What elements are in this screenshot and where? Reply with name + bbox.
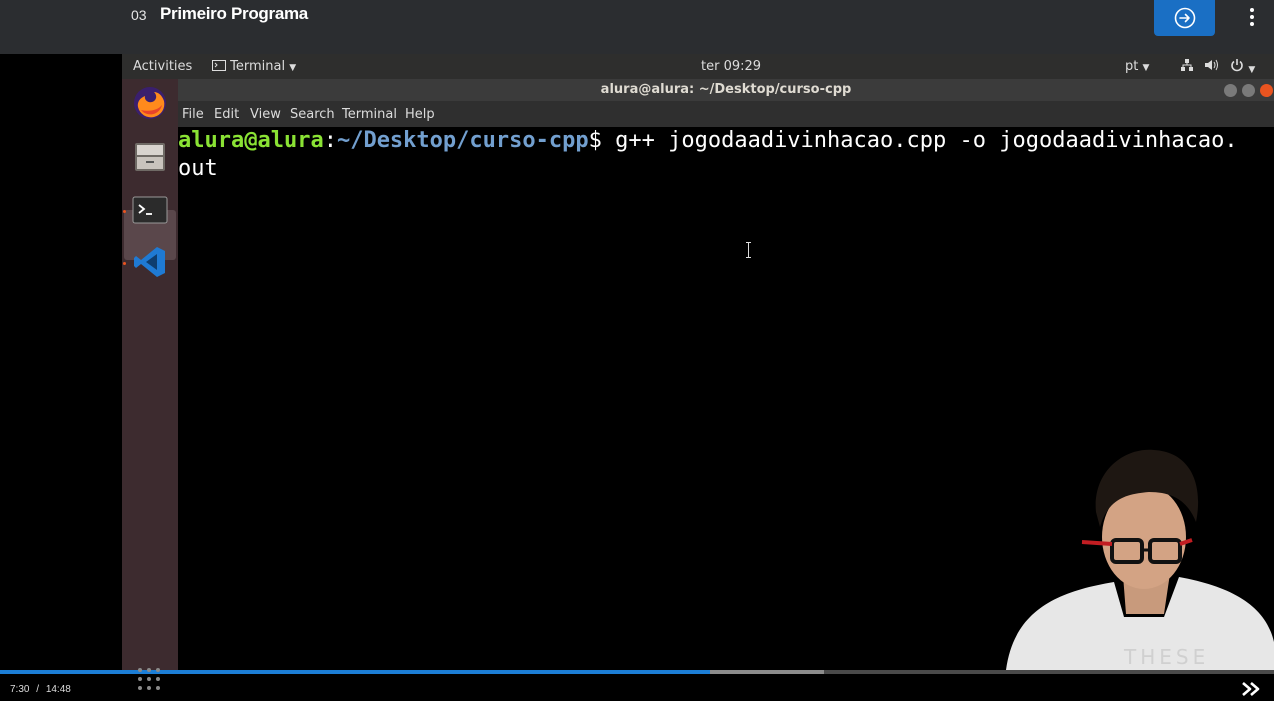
lesson-number: 03 [131, 7, 147, 23]
language-menu[interactable]: pt ▼ [1125, 59, 1149, 74]
running-indicator [123, 210, 126, 213]
network-icon [1181, 59, 1193, 71]
chevron-down-icon: ▼ [1142, 63, 1150, 73]
prompt-user: alura@alura [178, 128, 324, 153]
ubuntu-dock [122, 79, 178, 670]
app-menu-label: Terminal [230, 59, 286, 74]
player-controls [0, 674, 1274, 701]
clock[interactable]: ter 09:29 [701, 59, 761, 74]
volume-icon [1205, 59, 1219, 71]
current-time: 7:30 [10, 684, 30, 695]
close-button[interactable] [1260, 84, 1273, 97]
command-text: g++ jogodaadivinhacao.cpp -o jogodaadivi… [615, 128, 1238, 153]
text-cursor-icon [746, 242, 751, 258]
gnome-top-bar: Activities Terminal ▼ ter 09:29 pt ▼ ▼ [122, 54, 1274, 79]
running-indicator [123, 262, 126, 265]
menu-file[interactable]: File [182, 107, 204, 122]
terminal-menubar: File Edit View Search Terminal Help [178, 101, 1274, 127]
duration: 14:48 [45, 684, 71, 695]
activities-button[interactable]: Activities [133, 59, 192, 74]
terminal-icon[interactable] [132, 192, 168, 228]
svg-text:THESE: THESE [1123, 645, 1209, 669]
lesson-title: Primeiro Programa [160, 4, 308, 23]
maximize-button[interactable] [1242, 84, 1255, 97]
firefox-icon[interactable] [132, 85, 168, 121]
next-lesson-button[interactable] [1154, 0, 1215, 36]
fast-forward-icon[interactable] [1241, 682, 1261, 696]
arrow-right-circle-icon [1174, 7, 1195, 29]
menu-terminal[interactable]: Terminal [342, 107, 397, 122]
files-icon[interactable] [132, 139, 168, 175]
drag-handle-icon[interactable] [136, 666, 162, 690]
playback-time: 7:30 / 14:48 [10, 684, 71, 695]
menu-search[interactable]: Search [290, 107, 335, 122]
terminal-small-icon [212, 60, 226, 71]
app-menu[interactable]: Terminal ▼ [212, 59, 296, 74]
instructor-webcam: THESE [1006, 449, 1274, 670]
vscode-icon[interactable] [132, 244, 168, 280]
chevron-down-icon: ▼ [289, 63, 297, 73]
prompt-path: ~/Desktop/curso-cpp [336, 128, 589, 153]
power-icon [1231, 59, 1244, 72]
lesson-header: 03 Primeiro Programa [0, 0, 1274, 54]
video-frame[interactable]: Activities Terminal ▼ ter 09:29 pt ▼ ▼ a… [0, 54, 1274, 670]
kebab-menu-icon[interactable] [1244, 6, 1260, 28]
command-text-wrap: out [178, 156, 218, 181]
menu-view[interactable]: View [250, 107, 281, 122]
system-menu[interactable]: ▼ [1180, 58, 1255, 76]
time-separator: / [36, 684, 40, 695]
prompt-symbol: $ [588, 128, 616, 153]
terminal-titlebar[interactable]: alura@alura: ~/Desktop/curso-cpp [178, 79, 1274, 101]
language-label: pt [1125, 59, 1139, 74]
menu-help[interactable]: Help [405, 107, 435, 122]
menu-edit[interactable]: Edit [214, 107, 239, 122]
minimize-button[interactable] [1224, 84, 1237, 97]
chevron-down-icon: ▼ [1248, 65, 1256, 75]
terminal-output[interactable]: alura@alura:~/Desktop/curso-cpp$ g++ jog… [178, 127, 1274, 183]
prompt-separator: : [323, 128, 337, 153]
